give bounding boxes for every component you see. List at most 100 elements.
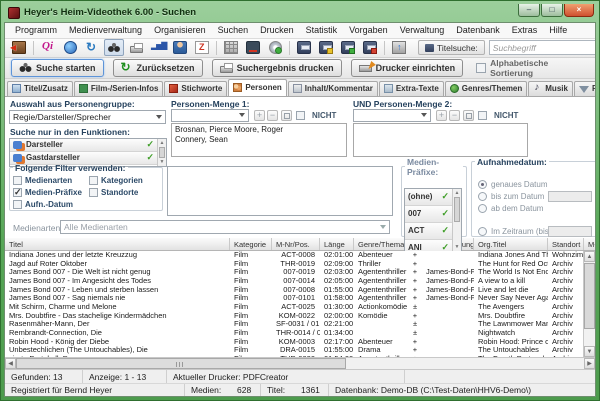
tab-people[interactable]: Personen (228, 79, 286, 96)
tab-funnel[interactable]: Filter (574, 81, 596, 96)
praefixe-scrollbar[interactable]: ▲ ▼ (452, 189, 461, 251)
menu-item[interactable]: Extras (506, 25, 544, 35)
column-header[interactable]: M-Nr/Pos. (272, 238, 320, 250)
funktion-item[interactable]: Darsteller ✓ (10, 139, 157, 152)
scroll-thumb[interactable] (454, 197, 460, 222)
tab-film[interactable]: Film-/Serien-Infos (74, 81, 164, 96)
minimize-button[interactable]: – (518, 4, 540, 17)
table-row[interactable]: James Bond 007 - Im Angesicht des Todes … (5, 277, 585, 286)
tab-music[interactable]: Musik (528, 81, 573, 96)
cd-button[interactable] (265, 39, 285, 56)
clear-list-button[interactable] (281, 110, 292, 121)
titelsuche-button[interactable]: Titelsuche: (418, 40, 485, 55)
radio-bis-zum-datum[interactable]: bis zum Datum (478, 192, 544, 201)
table-row[interactable]: Rasenmäher-Mann, Der Film SF-0031 / 01 0… (5, 320, 585, 329)
scroll-thumb[interactable] (16, 358, 346, 369)
menu-item[interactable]: Suchen (212, 25, 255, 35)
cassette1-button[interactable] (294, 39, 314, 56)
menu-item[interactable]: Vorgaben (343, 25, 394, 35)
tab-extra[interactable]: Extra-Texte (379, 81, 444, 96)
tab-comment[interactable]: Inhalt/Kommentar (288, 81, 378, 96)
table-row[interactable]: Robin Hood - König der Diebe Film KOM-00… (5, 338, 585, 347)
column-header[interactable]: Genre/Thema (354, 238, 408, 250)
datum-input-2[interactable] (548, 226, 592, 237)
table-row[interactable]: James Bond 007 - Leben und sterben lasse… (5, 286, 585, 295)
add-person-button-2[interactable]: + (436, 110, 447, 121)
column-header[interactable]: M-Art (584, 238, 596, 250)
menu-item[interactable]: Programm (9, 25, 63, 35)
user-button[interactable] (170, 39, 190, 56)
table-vertical-scrollbar[interactable]: ▲ ▼ (583, 251, 595, 357)
cassette4-button[interactable] (360, 39, 380, 56)
menu-item[interactable]: Verwaltung (394, 25, 451, 35)
printer-setup-button[interactable]: Drucker einrichten (351, 59, 464, 77)
qi-button[interactable] (38, 39, 58, 56)
kategorien-empty-list[interactable] (167, 166, 393, 216)
menu-item[interactable]: Organisieren (148, 25, 212, 35)
tv-button[interactable] (243, 39, 263, 56)
menu-item[interactable]: Statistik (300, 25, 344, 35)
table-row[interactable]: Unbestechlichen (The Untouchables), Die … (5, 346, 585, 355)
scroll-left-icon[interactable]: ◀ (5, 358, 16, 369)
chart-button[interactable] (148, 39, 168, 56)
filter-checkbox[interactable]: Kategorien (89, 175, 155, 187)
medienarten-select[interactable]: Alle Medienarten (60, 220, 390, 234)
scroll-up-icon[interactable]: ▲ (158, 139, 166, 147)
search-input[interactable] (489, 40, 596, 55)
print-results-button[interactable]: Suchergebnis drucken (212, 59, 342, 77)
cassette3-button[interactable] (338, 39, 358, 56)
funktionen-scrollbar[interactable]: ▲ ▼ (157, 139, 166, 166)
table-row[interactable]: Mit Schirm, Charme und Melone Film ACT-0… (5, 303, 585, 312)
refresh-button[interactable] (82, 39, 102, 56)
menge2-select[interactable] (353, 109, 431, 122)
scroll-down-icon[interactable]: ▼ (584, 346, 595, 357)
column-header[interactable]: Kategorie (230, 238, 272, 250)
close-button[interactable]: × (564, 4, 594, 17)
scroll-thumb[interactable] (584, 263, 595, 329)
printer-button[interactable] (126, 39, 146, 56)
reset-button[interactable]: Zurücksetzen (113, 59, 203, 77)
tab-genre[interactable]: Genres/Themen (445, 81, 527, 96)
menu-item[interactable]: Hilfe (543, 25, 573, 35)
menge1-select[interactable] (171, 109, 249, 122)
column-header[interactable]: Titel (5, 238, 230, 250)
menge2-nicht-checkbox[interactable]: NICHT (478, 111, 518, 120)
praefix-item[interactable]: 007 ✓ (405, 206, 452, 223)
radio-genaues-datum[interactable]: genaues Datum (478, 180, 547, 189)
menu-item[interactable]: Datenbank (450, 25, 506, 35)
maximize-button[interactable]: □ (541, 4, 563, 17)
start-search-button[interactable]: Suche starten (11, 59, 104, 77)
globe-button[interactable] (60, 39, 80, 56)
table-row[interactable]: Rembrandt-Connection, Die Film THR-0014 … (5, 329, 585, 338)
column-header[interactable]: Länge (320, 238, 354, 250)
menge1-nicht-checkbox[interactable]: NICHT (296, 111, 336, 120)
table-row[interactable]: Mrs. Doubtfire - Das stachelige Kindermä… (5, 312, 585, 321)
table-row[interactable]: James Bond 007 - Die Welt ist nicht genu… (5, 268, 585, 277)
column-header[interactable]: Standort (548, 238, 584, 250)
table-row[interactable]: James Bond 007 - Sag niemals nie Film 00… (5, 294, 585, 303)
menu-item[interactable]: Drucken (254, 25, 300, 35)
menge1-names-box[interactable]: Brosnan, Pierce Moore, RogerConnery, Sea… (171, 123, 347, 157)
export-button[interactable] (389, 39, 409, 56)
exit-button[interactable] (9, 39, 29, 56)
praefix-item[interactable]: ACT ✓ (405, 223, 452, 240)
menge2-names-box[interactable] (353, 123, 528, 157)
scroll-down-icon[interactable]: ▼ (453, 243, 461, 251)
menu-item[interactable]: Medienverwaltung (63, 25, 148, 35)
filter-checkbox[interactable]: Medienarten (13, 175, 89, 187)
zdoc-button[interactable] (192, 39, 212, 56)
cassette2-button[interactable] (316, 39, 336, 56)
alphabetical-sort-checkbox[interactable]: Alphabetische Sortierung (476, 58, 589, 78)
remove-person-button[interactable]: − (267, 110, 278, 121)
tab-doc[interactable]: Titel/Zusatz (7, 81, 73, 96)
scroll-right-icon[interactable]: ▶ (584, 358, 595, 369)
table-row[interactable]: Jagd auf Roter Oktober Film THR-0019 02:… (5, 260, 585, 269)
datum-input-1[interactable] (548, 191, 592, 202)
radio-im-zeitraum[interactable]: Im Zeitraum (bis:) (478, 227, 554, 236)
table-horizontal-scrollbar[interactable]: ◀ ▶ (5, 357, 595, 369)
filter-checkbox[interactable]: Medien-Präfixe (13, 187, 89, 199)
column-header[interactable]: Org.Titel (474, 238, 548, 250)
media-button[interactable] (221, 39, 241, 56)
scroll-thumb[interactable] (159, 147, 165, 158)
search-button[interactable] (104, 39, 124, 56)
